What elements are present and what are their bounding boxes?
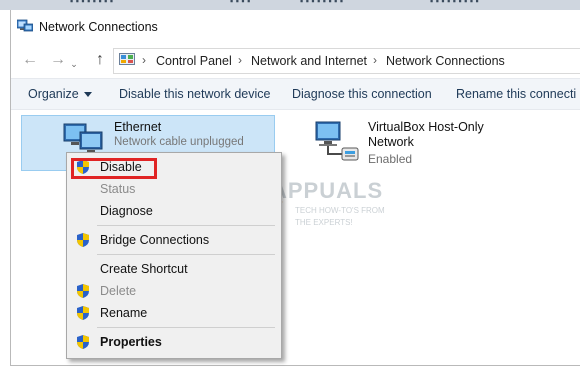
context-menu: Disable Status Diagnose Bridge Connectio… [66,152,282,359]
command-bar: Organize Disable this network device Dia… [11,78,580,110]
uac-shield-icon [77,306,89,320]
diagnose-connection-button[interactable]: Diagnose this connection [292,87,432,101]
title-bar: Network Connections [11,10,580,44]
uac-shield-icon [77,284,89,298]
uac-shield-icon [77,335,89,349]
menu-delete-label: Delete [100,284,137,298]
breadcrumb-network-connections[interactable]: Network Connections [386,54,505,68]
menu-item-rename[interactable]: Rename [67,302,281,324]
recent-locations-chevron-icon[interactable]: ⌄ [65,54,83,74]
menu-bridge-label: Bridge Connections [100,233,210,247]
uac-shield-icon [77,233,89,247]
breadcrumb-separator-icon: › [142,53,146,67]
address-bar[interactable]: › Control Panel › Network and Internet ›… [113,48,580,74]
network-connections-app-icon [17,19,33,32]
dropdown-caret-icon [83,92,92,98]
highlight-box [71,158,157,179]
menu-item-create-shortcut[interactable]: Create Shortcut [67,258,281,280]
ethernet-name: Ethernet [114,120,162,134]
menu-properties-label: Properties [100,335,162,349]
network-connections-window: Network Connections ← → ⌄ ↑ › Control Pa… [10,10,580,366]
breadcrumb-separator-icon: › [373,53,377,67]
menu-diagnose-label: Diagnose [100,204,153,218]
menu-item-bridge-connections[interactable]: Bridge Connections [67,229,281,251]
menu-separator [97,327,275,328]
menu-separator [97,225,275,226]
menu-shortcut-label: Create Shortcut [100,262,188,276]
menu-status-label: Status [100,182,136,196]
menu-item-diagnose[interactable]: Diagnose [67,200,281,222]
up-arrow-icon[interactable]: ↑ [91,50,109,70]
organize-menu-button[interactable]: Organize [28,87,92,101]
breadcrumb-control-panel[interactable]: Control Panel [156,54,232,68]
menu-separator [97,254,275,255]
window-title: Network Connections [39,20,158,34]
menu-item-disable[interactable]: Disable [67,156,281,179]
menu-item-delete[interactable]: Delete [67,280,281,302]
control-panel-icon [119,53,135,65]
appuals-tagline-1: TECH HOW-TO'S FROM [295,206,385,215]
appuals-tagline-2: THE EXPERTS! [295,218,353,227]
breadcrumb-separator-icon: › [238,53,242,67]
rename-connection-button[interactable]: Rename this connecti [456,87,576,101]
organize-label: Organize [28,87,79,101]
menu-item-properties[interactable]: Properties [67,331,281,353]
navigation-bar: ← → ⌄ ↑ › Control Panel › Network and In… [11,48,580,74]
appuals-brand-text: APPUALS [271,178,384,203]
background-taskbar-strip: ▪ ▪ ▪ ▪ ▪ ▪ ▪ ▪ ▪ ▪ ▪ ▪ ▪ ▪ ▪ ▪ ▪ ▪ ▪ ▪ … [0,0,580,10]
menu-rename-label: Rename [100,306,148,320]
menu-item-status[interactable]: Status [67,178,281,200]
disable-network-device-button[interactable]: Disable this network device [119,87,270,101]
back-arrow-icon[interactable]: ← [21,50,39,70]
breadcrumb-network-and-internet[interactable]: Network and Internet [251,54,367,68]
